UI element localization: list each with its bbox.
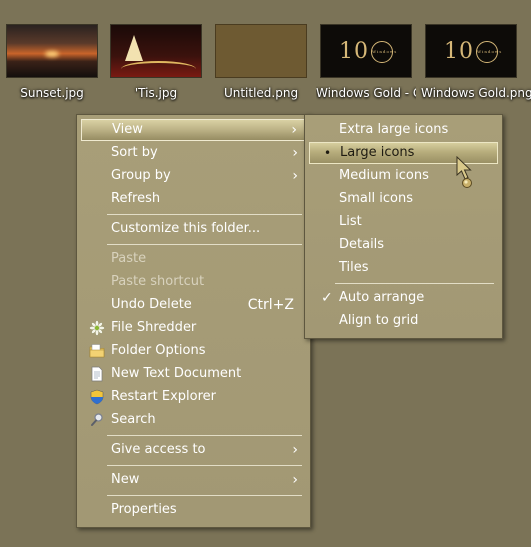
menu-item-label: File Shredder <box>111 320 197 335</box>
thumbnail-untitled <box>215 24 307 78</box>
menu-item-label: Auto arrange <box>339 290 425 305</box>
view-submenu: Extra large icons • Large icons Medium i… <box>304 114 503 339</box>
desktop-icon-label: Untitled.png <box>223 86 299 100</box>
mouse-cursor-icon <box>456 156 472 188</box>
search-icon <box>91 413 103 426</box>
menu-item-new-text-document[interactable]: New Text Document <box>81 363 306 385</box>
submenu-arrow-icon: › <box>292 472 298 488</box>
menu-item-view[interactable]: View › <box>81 119 306 141</box>
submenu-arrow-icon: › <box>292 168 298 184</box>
thumbnail-tis <box>110 24 202 78</box>
thumbnail-sunset <box>6 24 98 78</box>
submenu-arrow-icon: › <box>291 122 297 138</box>
menu-item-label: Paste shortcut <box>111 274 205 289</box>
menu-item-new[interactable]: New › <box>81 469 306 491</box>
menu-item-label: Restart Explorer <box>111 389 216 404</box>
menu-separator <box>335 283 494 284</box>
folder-options-icon <box>89 344 105 358</box>
menu-separator <box>107 495 302 496</box>
menu-item-shortcut: Ctrl+Z <box>247 297 294 313</box>
menu-item-label: Extra large icons <box>339 122 449 137</box>
submenu-arrow-icon: › <box>292 145 298 161</box>
view-item-details[interactable]: Details <box>309 234 498 256</box>
menu-item-label: New Text Document <box>111 366 242 381</box>
view-item-tiles[interactable]: Tiles <box>309 257 498 279</box>
menu-item-label: List <box>339 214 362 229</box>
menu-item-label: Folder Options <box>111 343 206 358</box>
desktop-icon-sunset[interactable]: Sunset.jpg <box>2 24 102 101</box>
menu-item-undo-delete[interactable]: Undo Delete Ctrl+Z <box>81 294 306 316</box>
desktop-icon-label: Windows Gold - Copy.bmp <box>316 86 416 100</box>
menu-item-sort-by[interactable]: Sort by › <box>81 142 306 164</box>
menu-item-customize-folder[interactable]: Customize this folder... <box>81 218 306 240</box>
menu-item-file-shredder[interactable]: File Shredder <box>81 317 306 339</box>
menu-item-label: Sort by <box>111 145 158 160</box>
desktop-icon-label: 'Tis.jpg <box>134 86 178 100</box>
shredder-flower-icon <box>89 320 105 336</box>
menu-item-search[interactable]: Search <box>81 409 306 431</box>
menu-item-label: Refresh <box>111 191 161 206</box>
view-item-auto-arrange[interactable]: ✓ Auto arrange <box>309 287 498 309</box>
menu-item-label: Properties <box>111 502 177 517</box>
desktop-icon-label: Sunset.jpg <box>20 86 84 100</box>
desktop-icon-windows-gold[interactable]: 10 Windows Windows Gold.png <box>421 24 531 101</box>
text-document-icon <box>91 366 103 382</box>
thumbnail-windows-gold: 10 Windows <box>425 24 517 78</box>
menu-separator <box>107 435 302 436</box>
menu-item-properties[interactable]: Properties <box>81 499 306 521</box>
menu-item-label: Large icons <box>340 145 415 160</box>
submenu-arrow-icon: › <box>292 442 298 458</box>
view-item-align-to-grid[interactable]: Align to grid <box>309 310 498 332</box>
menu-item-folder-options[interactable]: Folder Options <box>81 340 306 362</box>
menu-item-label: Align to grid <box>339 313 419 328</box>
desktop-icon-tis[interactable]: 'Tis.jpg <box>106 24 206 101</box>
thumbnail-windows-gold-copy: 10 Windows <box>320 24 412 78</box>
menu-item-paste[interactable]: Paste <box>81 248 306 270</box>
selected-bullet-icon: • <box>324 146 332 160</box>
menu-item-label: View <box>112 122 143 137</box>
view-item-extra-large-icons[interactable]: Extra large icons <box>309 119 498 141</box>
uac-shield-icon <box>90 389 104 405</box>
menu-item-label: Paste <box>111 251 147 266</box>
menu-item-restart-explorer[interactable]: Restart Explorer <box>81 386 306 408</box>
desktop-icon-label: Windows Gold.png <box>421 86 531 100</box>
menu-item-label: Undo Delete <box>111 297 192 312</box>
menu-item-label: Customize this folder... <box>111 221 261 236</box>
menu-separator <box>107 244 302 245</box>
menu-item-label: New <box>111 472 140 487</box>
menu-item-label: Details <box>339 237 385 252</box>
menu-item-label: Give access to <box>111 442 206 457</box>
menu-item-label: Group by <box>111 168 171 183</box>
view-item-small-icons[interactable]: Small icons <box>309 188 498 210</box>
menu-separator <box>107 214 302 215</box>
menu-item-group-by[interactable]: Group by › <box>81 165 306 187</box>
desktop-icon-untitled[interactable]: Untitled.png <box>211 24 311 101</box>
menu-item-label: Small icons <box>339 191 413 206</box>
menu-item-label: Medium icons <box>339 168 429 183</box>
desktop-icon-windows-gold-copy[interactable]: 10Windows Windows Gold - Copy.bmp <box>316 24 416 102</box>
desktop-context-menu: View › Sort by › Group by › Refresh Cust… <box>76 114 311 528</box>
menu-item-paste-shortcut[interactable]: Paste shortcut <box>81 271 306 293</box>
view-item-list[interactable]: List <box>309 211 498 233</box>
menu-item-label: Tiles <box>339 260 369 275</box>
menu-item-refresh[interactable]: Refresh <box>81 188 306 210</box>
checkmark-icon: ✓ <box>321 290 333 306</box>
menu-separator <box>107 465 302 466</box>
menu-item-give-access-to[interactable]: Give access to › <box>81 439 306 461</box>
menu-item-label: Search <box>111 412 156 427</box>
